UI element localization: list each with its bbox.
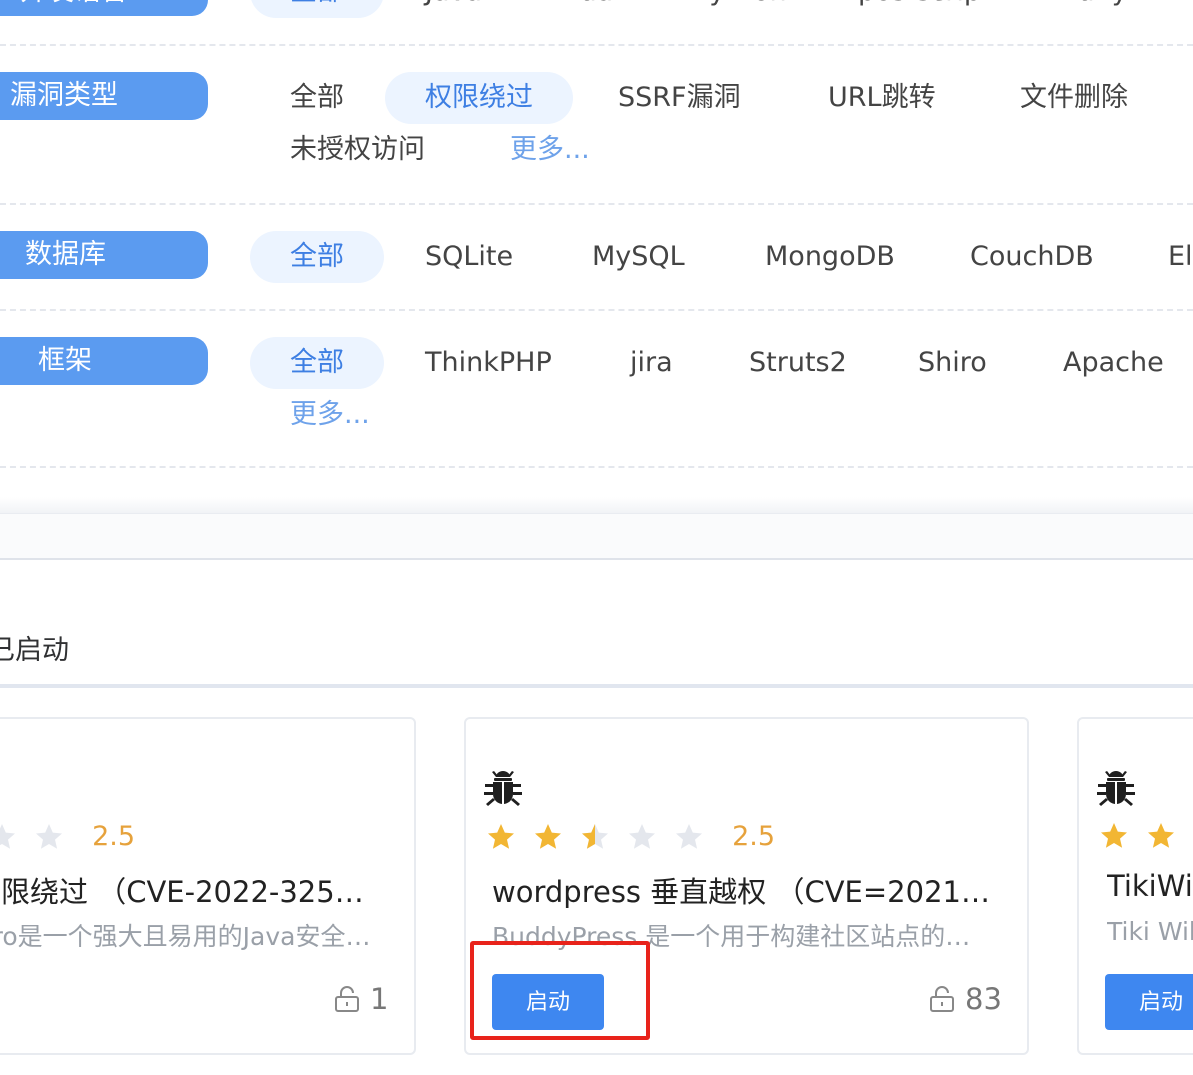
bug-icon	[484, 771, 522, 806]
filter-label-vuln-type: 漏洞类型	[0, 72, 208, 120]
highlight-box	[470, 941, 650, 1040]
card-count: 83	[929, 982, 1002, 1016]
star-icon	[36, 823, 62, 849]
star-icon	[488, 823, 514, 849]
filter-option-shiro[interactable]: Shiro	[918, 337, 987, 389]
filter-option-python[interactable]: Python	[693, 0, 787, 18]
filter-label-dev-language: 开发语言	[0, 0, 208, 16]
filter-option-struts2[interactable]: Struts2	[749, 337, 847, 389]
section-underline	[0, 684, 1193, 688]
count-value: 1	[370, 982, 389, 1016]
filter-option-all[interactable]: 全部	[250, 337, 384, 389]
filter-option-all[interactable]: 全部	[250, 0, 384, 18]
rating-stars	[1099, 821, 1193, 861]
filter-option-postscript[interactable]: postscript	[858, 0, 992, 18]
filter-option-thinkphp[interactable]: ThinkPHP	[425, 337, 552, 389]
filter-option-mongodb[interactable]: MongoDB	[765, 231, 895, 283]
filter-option-all[interactable]: 全部	[290, 72, 344, 124]
unlock-icon	[335, 986, 359, 1012]
filter-option-couchdb[interactable]: CouchDB	[970, 231, 1094, 283]
page: 开发语言 全部 Java Lua Python postscript Ruby …	[0, 0, 1193, 1075]
filter-option-ruby[interactable]: Ruby	[1060, 0, 1128, 18]
rating-stars: 2.5	[0, 821, 135, 861]
star-icon	[676, 823, 702, 849]
row-divider	[0, 309, 1193, 311]
filter-option-el[interactable]: El	[1168, 231, 1193, 283]
vuln-card[interactable]: TikiWiki Tiki Wiki 启动	[1077, 717, 1193, 1055]
row-divider	[0, 466, 1193, 468]
star-icon	[0, 823, 15, 849]
filter-option-lua[interactable]: Lua	[565, 0, 613, 18]
section-divider	[0, 558, 1193, 560]
filter-option-unauthorized-access[interactable]: 未授权访问	[290, 124, 425, 176]
filter-option-auth-bypass[interactable]: 权限绕过	[385, 72, 573, 124]
card-description: Tiki Wiki	[1107, 917, 1193, 946]
filter-option-sqlite[interactable]: SQLite	[425, 231, 513, 283]
card-title[interactable]: 权限绕过 （CVE-2022-32532）	[0, 869, 377, 911]
filter-option-url-redirect[interactable]: URL跳转	[828, 72, 936, 124]
star-icon	[582, 823, 608, 849]
count-value: 83	[965, 982, 1002, 1016]
star-icon	[535, 823, 561, 849]
card-title[interactable]: TikiWiki	[1107, 869, 1193, 903]
filter-option-java[interactable]: Java	[425, 0, 482, 18]
card-title[interactable]: wordpress 垂直越权 （CVE=2021-21389）	[492, 869, 990, 911]
row-divider	[0, 44, 1193, 46]
unlock-icon	[930, 986, 954, 1012]
card-count: 1	[334, 982, 388, 1016]
filter-label-framework: 框架	[0, 337, 208, 385]
filter-option-mysql[interactable]: MySQL	[592, 231, 685, 283]
filter-more-link[interactable]: 更多...	[510, 124, 590, 176]
row-divider	[0, 203, 1193, 205]
filter-option-all[interactable]: 全部	[250, 231, 384, 283]
filter-more-link[interactable]: 更多...	[290, 389, 370, 441]
section-title: 已启动	[0, 635, 69, 666]
filter-option-ssrf[interactable]: SSRF漏洞	[618, 72, 741, 124]
start-button[interactable]: 启动	[1105, 974, 1193, 1030]
rating-value: 2.5	[732, 821, 776, 852]
star-icon	[1148, 823, 1174, 848]
panel-shadow	[0, 497, 1193, 514]
filter-option-apache[interactable]: Apache	[1063, 337, 1164, 389]
filter-label-database: 数据库	[0, 231, 208, 279]
vuln-card[interactable]: 2.5 权限绕过 （CVE-2022-32532） Shiro是一个强大且易用的…	[0, 717, 416, 1055]
bug-icon	[1097, 771, 1135, 806]
star-icon	[1101, 823, 1127, 848]
card-description: Shiro是一个强大且易用的Java安全框架	[0, 922, 379, 951]
filter-option-jira[interactable]: jira	[630, 337, 673, 389]
star-icon	[629, 823, 655, 849]
filter-option-file-delete[interactable]: 文件删除	[1020, 72, 1128, 124]
panel-gap	[0, 514, 1193, 558]
rating-stars: 2.5	[486, 821, 775, 861]
rating-value: 2.5	[92, 821, 136, 852]
